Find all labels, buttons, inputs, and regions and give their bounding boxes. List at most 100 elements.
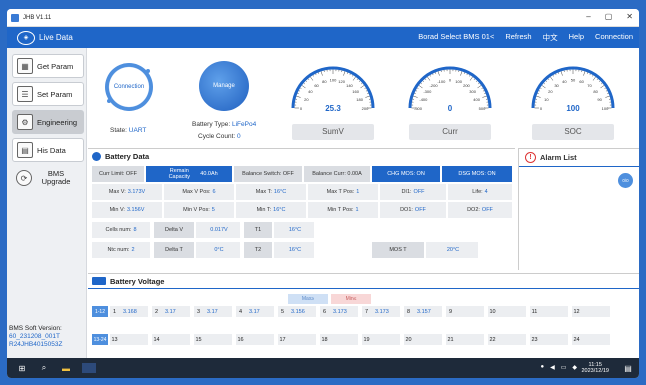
gauge-tick: [550, 76, 554, 81]
engineering-icon: ⚙: [17, 114, 33, 130]
max-voltage-tag: Max≥: [288, 294, 328, 304]
gauge-tick-label: 80: [593, 89, 598, 94]
manage-label: Manage: [213, 83, 235, 89]
delta-t-key: Delta T: [154, 242, 194, 258]
gauge-tick: [312, 75, 314, 77]
alarm-list-title: Alarm List: [540, 153, 577, 162]
voltage-cell: 18: [320, 334, 358, 345]
bms-version-line2: R24JHB4015053Z: [9, 341, 63, 348]
voltage-cell: 5 3.156: [278, 306, 316, 317]
delta-t-value: 0°C: [196, 242, 240, 258]
gauge-tick: [305, 80, 308, 83]
gauge-curr-label: Curr: [409, 124, 491, 140]
windows-start-icon[interactable]: ⊞: [17, 363, 27, 373]
sidebar-item-engineering[interactable]: ⚙ Engineering: [12, 110, 84, 134]
gauge-tick-label: 100: [330, 78, 337, 83]
connection-menu[interactable]: Connection: [595, 32, 633, 43]
gauge-tick: [555, 73, 557, 76]
minimize-button[interactable]: –: [586, 12, 590, 21]
voltage-cell-index: 8: [406, 308, 411, 315]
gauge-tick-label: -100: [437, 79, 446, 84]
battery-data-title: Battery Data: [105, 151, 150, 161]
voltage-cell-index: 3: [196, 308, 201, 315]
tray-icon-battery[interactable]: ▭: [561, 364, 567, 371]
battery-data-panel: Battery Data Curr Limit: OFF Remain Capa…: [88, 148, 515, 270]
board-select-menu[interactable]: Borad Select BMS 01<: [418, 32, 494, 43]
gauge-tick: [469, 75, 471, 77]
sidebar-item-bms-upgrade[interactable]: ⟳ BMS Upgrade: [12, 164, 84, 192]
gauge-sumv: 20 40 60 80 100 120 140 160 180 0 200 25.3 SumV: [278, 48, 388, 144]
do2-cell: DO2: OFF: [448, 202, 512, 218]
gauge-tick: [592, 76, 596, 81]
gauge-curr: -400 -300 -200 -100 0 100 200 300 400 -500 500 0 C…: [395, 48, 505, 144]
gauge-curr-value: 0: [447, 104, 453, 113]
file-explorer-icon[interactable]: ▬: [61, 363, 71, 373]
gauge-tick: [558, 72, 560, 74]
mos-t-key: MOS T: [372, 242, 424, 258]
gauge-tick: [583, 71, 586, 76]
gauge-tick: [460, 71, 463, 76]
voltage-cell: 13: [110, 334, 148, 345]
battery-voltage-icon: [92, 277, 106, 285]
do1-cell: DO1: OFF: [380, 202, 446, 218]
manage-button[interactable]: Manage: [199, 61, 249, 111]
sidebar-item-label: His Data: [37, 145, 66, 155]
tray-icon-network[interactable]: ●: [540, 364, 544, 371]
live-data-logo[interactable]: ◈ Live Data: [17, 29, 87, 46]
min-voltage-tag: Min≤: [331, 294, 371, 304]
maximize-button[interactable]: ▢: [605, 12, 613, 21]
min-t-cell: Min T: 16°C: [236, 202, 306, 218]
voltage-cell: 24: [572, 334, 610, 345]
notification-icon[interactable]: ▤: [623, 363, 633, 373]
alarm-count-badge[interactable]: 0\0: [618, 173, 633, 188]
cycle-count-value: 0: [237, 133, 241, 140]
battery-type-value: LiFePo4: [232, 121, 257, 128]
gauge-tick: [429, 75, 431, 77]
gauge-tick: [343, 71, 346, 76]
gauge-tick: [484, 93, 486, 95]
voltage-cell-index: 13: [111, 336, 118, 343]
title-bar: JHB V1.11 – ▢ ✕: [7, 9, 639, 27]
system-clock[interactable]: 11:15 2023/12/19: [581, 362, 609, 374]
close-button[interactable]: ✕: [626, 12, 633, 21]
gauge-tick-label: 120: [338, 79, 345, 84]
connection-button[interactable]: Connection: [105, 63, 153, 111]
tray-icon-security[interactable]: ◆: [572, 364, 577, 371]
gauge-tick-label: 10: [544, 97, 549, 102]
sidebar-item-get-param[interactable]: ▦ Get Param: [12, 54, 84, 78]
dsg-mos-cell[interactable]: DSG MOS: ON: [442, 166, 512, 182]
sidebar-item-his-data[interactable]: ▤ His Data: [12, 138, 84, 162]
bms-version-line1: 60_231208_001T: [9, 333, 60, 340]
sidebar-item-set-param[interactable]: ☰ Set Param: [12, 82, 84, 106]
app-taskbar-icon[interactable]: [82, 363, 96, 373]
help-menu[interactable]: Help: [569, 32, 584, 43]
gauge-tick-label: 90: [597, 97, 602, 102]
sidebar: ▦ Get Param ☰ Set Param ⚙ Engineering ▤ …: [7, 48, 87, 358]
voltage-cell-index: 6: [322, 308, 327, 315]
tray-icon-volume[interactable]: ◀: [550, 364, 555, 371]
voltage-cell-index: 15: [195, 336, 202, 343]
language-menu[interactable]: 中文: [543, 32, 558, 43]
voltage-cell-value: 3.17: [249, 308, 260, 315]
refresh-menu[interactable]: Refresh: [505, 32, 531, 43]
gauge-tick: [365, 95, 370, 98]
gauge-tick-label: 20: [548, 89, 553, 94]
window-title: JHB V1.11: [23, 14, 52, 21]
voltage-cell: 16: [236, 334, 274, 345]
gauge-tick: [318, 72, 320, 74]
voltage-cell: 17: [278, 334, 316, 345]
battery-data-icon: [92, 151, 101, 161]
search-icon[interactable]: ⌕: [39, 363, 49, 373]
voltage-cell: 12: [572, 306, 610, 317]
battery-voltage-panel: Battery Voltage Max≥ Min≤ 1-12 1 3.168 2 3.…: [88, 273, 639, 358]
gauge-tick: [545, 80, 548, 83]
voltage-cell: 22: [488, 334, 526, 345]
min-v-pos-cell: Min V Pos: 5: [164, 202, 234, 218]
voltage-cell: 14: [152, 334, 190, 345]
max-v-cell: Max V: 3.173V: [92, 184, 162, 200]
cycle-count-field: Cycle Count: 0: [198, 133, 241, 140]
alarm-list-panel: ! Alarm List 0\0: [518, 148, 639, 270]
chg-mos-cell[interactable]: CHG MOS: ON: [372, 166, 440, 182]
gauge-tick: [413, 95, 418, 98]
remain-capacity-cell: Remain Capacity 40.0Ah: [146, 166, 232, 182]
